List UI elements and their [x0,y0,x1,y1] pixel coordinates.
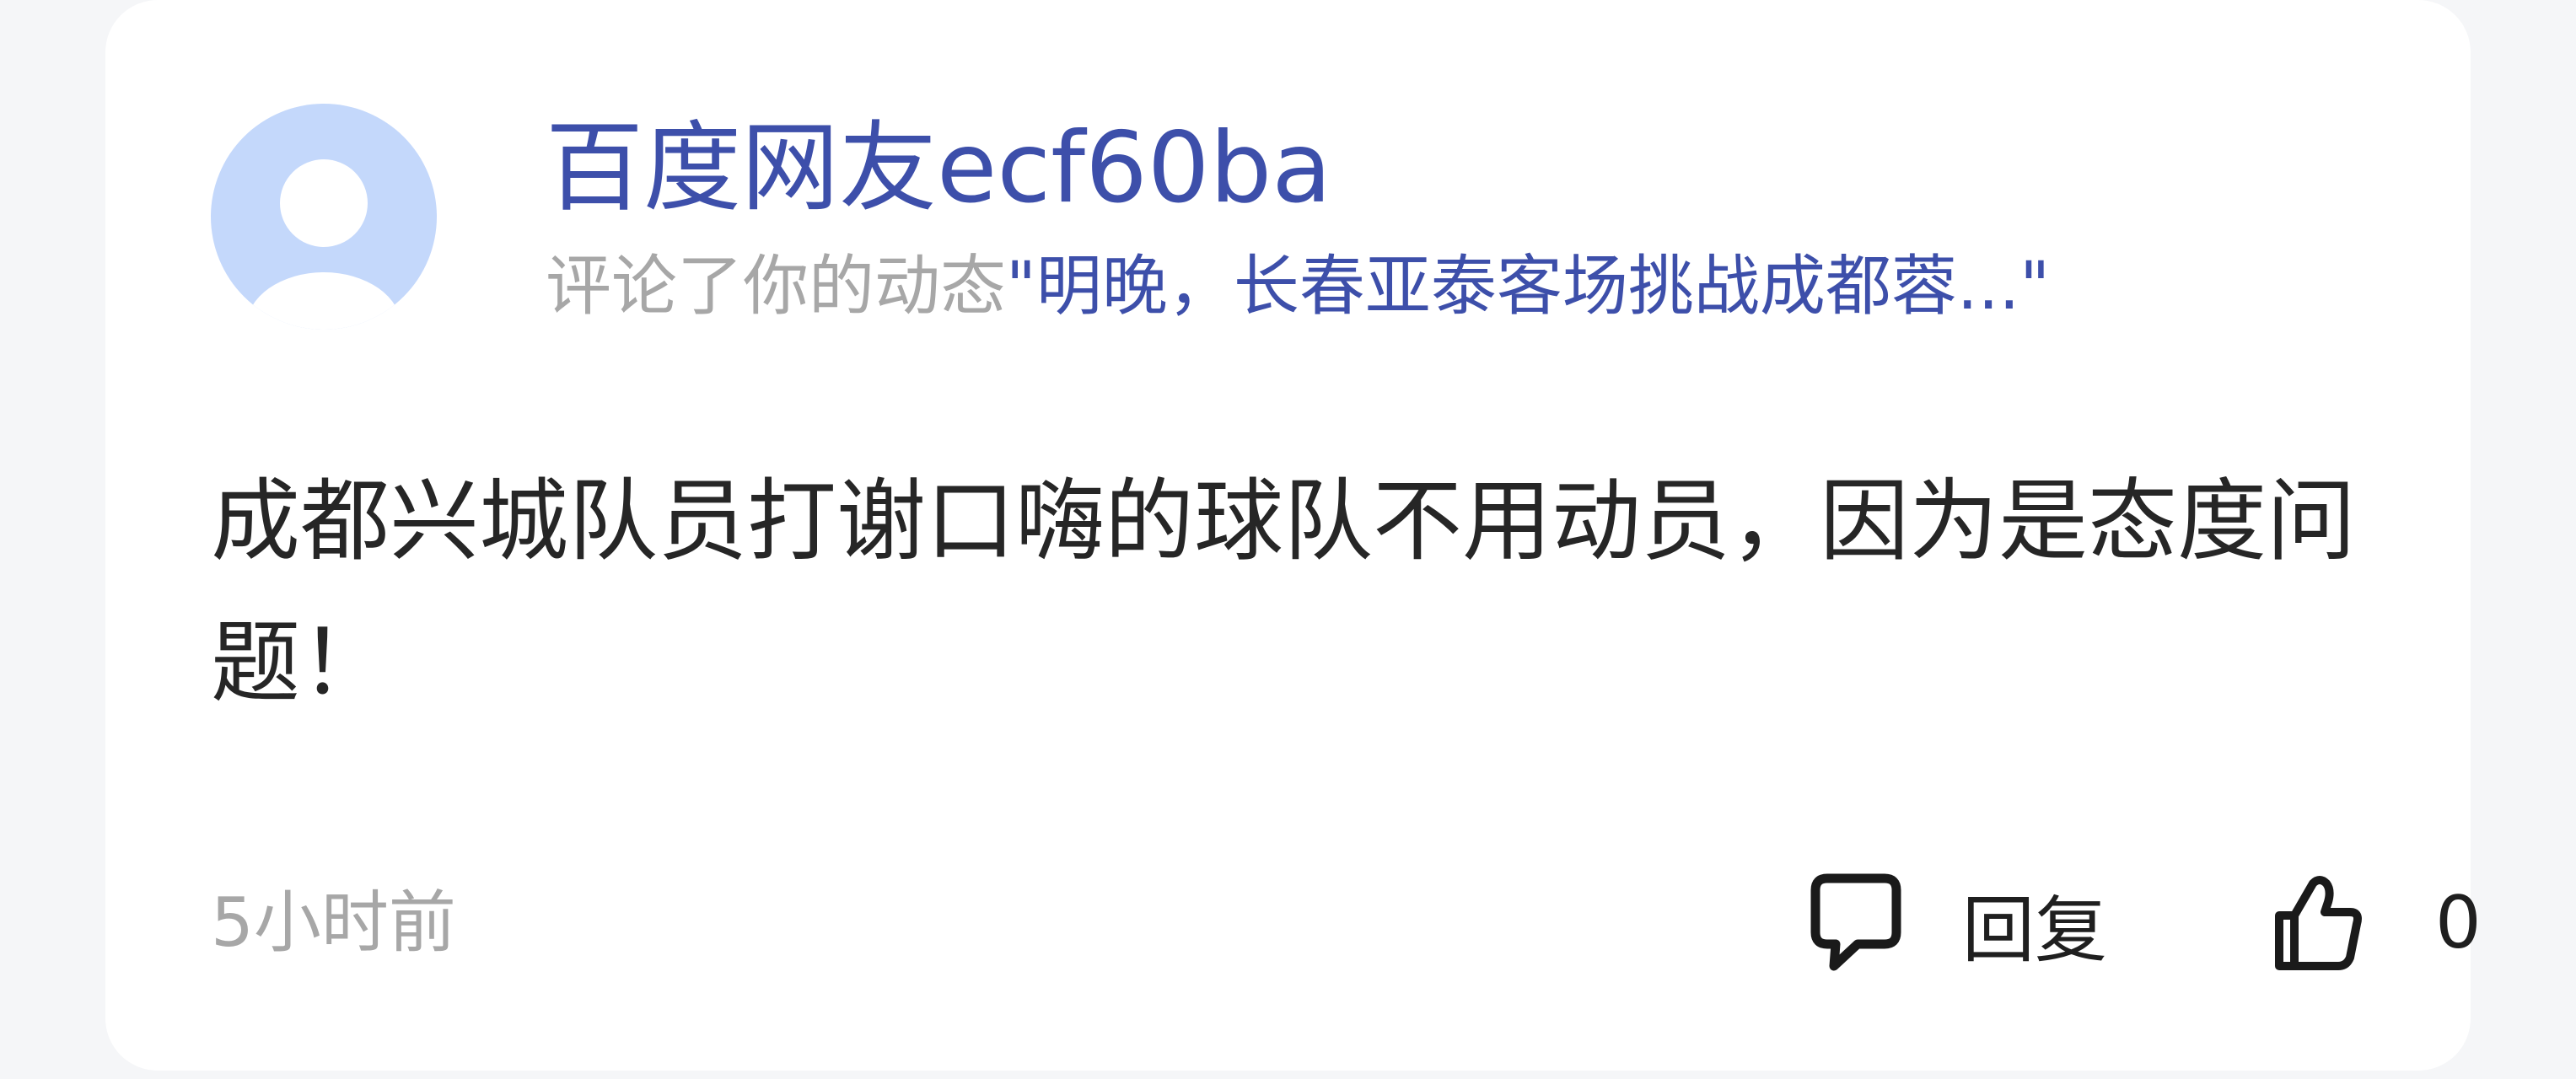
comment-notification-card[interactable]: 百度网友ecf60ba 评论了你的动态"明晚，长春亚泰客场挑战成都蓉..." 成… [105,0,2482,1071]
thumbs-up-icon [2275,876,2362,970]
activity-prefix: 评论了你的动态 [546,249,1007,325]
avatar-body-shape [246,272,401,330]
avatar-head-shape [280,159,368,247]
like-button[interactable]: 0 [2272,864,2482,982]
like-count: 0 [2435,881,2482,965]
username-link[interactable]: 百度网友ecf60ba [546,110,1331,228]
speech-bubble-icon [1810,873,1901,971]
post-excerpt-link[interactable]: "明晚，长春亚泰客场挑战成都蓉..." [1006,249,2050,325]
timestamp: 5小时前 [211,883,456,962]
reply-button[interactable]: 回复 [1809,864,2107,982]
reply-label: 回复 [1962,888,2107,973]
activity-line: 评论了你的动态"明晚，长春亚泰客场挑战成都蓉..." [546,244,2050,329]
user-avatar[interactable] [211,104,437,330]
comment-text: 成都兴城队员打谢口嗨的球队不用动员，因为是态度问题！ [211,470,2356,715]
